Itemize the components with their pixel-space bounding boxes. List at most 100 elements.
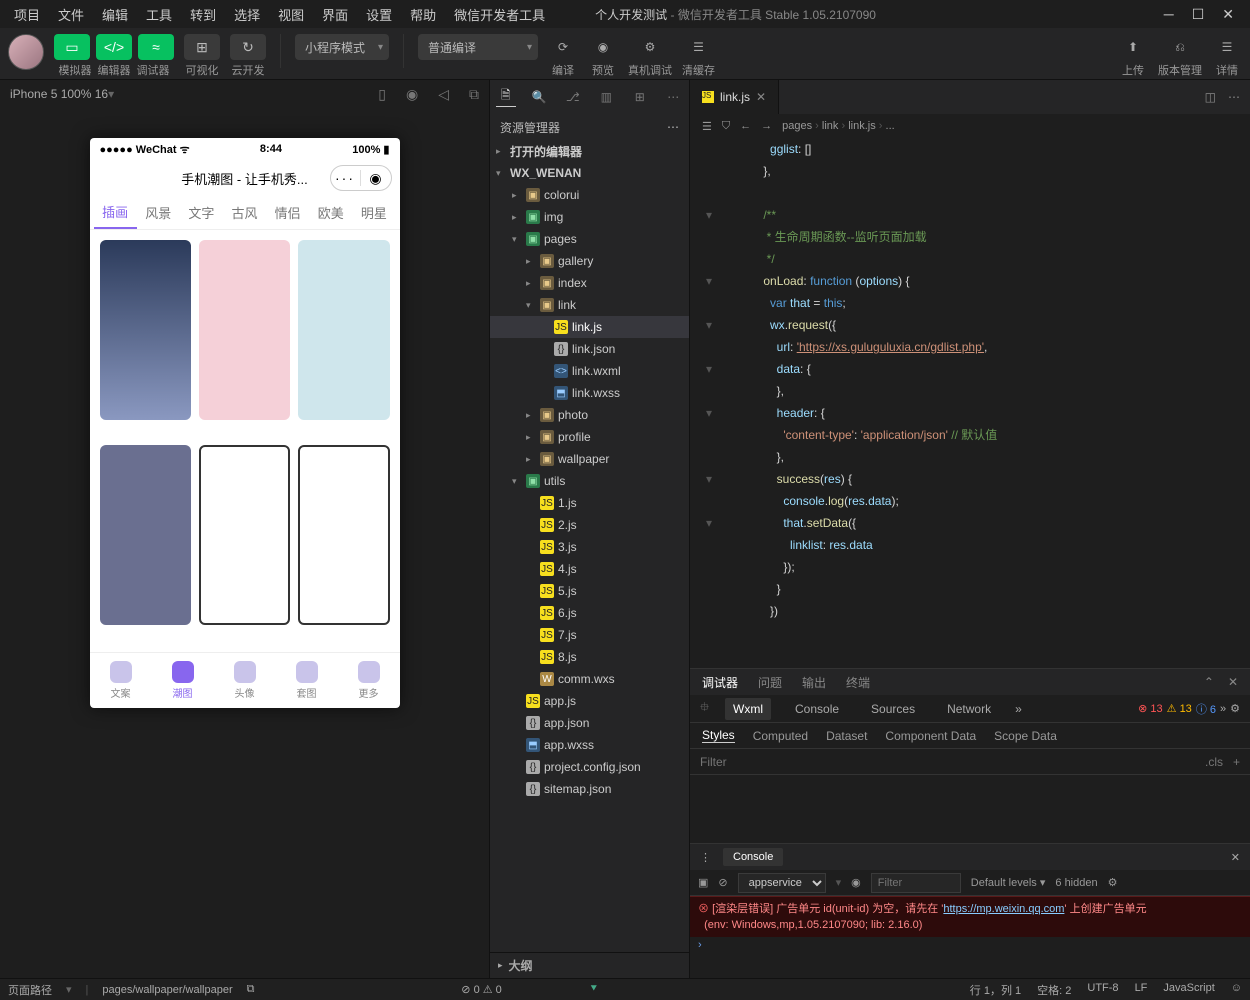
devtools-overflow-icon[interactable]: »	[1015, 702, 1022, 716]
status-page-path[interactable]: pages/wallpaper/wallpaper	[102, 984, 232, 996]
eye-icon[interactable]: ◉	[851, 876, 861, 889]
console-prompt[interactable]: ›	[690, 937, 1250, 953]
simulator-button[interactable]: ▭	[54, 34, 90, 60]
console-settings-icon[interactable]: ⚙	[1108, 876, 1118, 889]
file-tree-item[interactable]: ▾▣pages	[490, 228, 689, 250]
phone-category-tab[interactable]: 文字	[180, 196, 223, 229]
explorer-ext-icon[interactable]: ⊞	[630, 87, 650, 107]
close-tab-icon[interactable]: ✕	[756, 90, 766, 104]
devtools-more-icon[interactable]: »	[1220, 703, 1226, 715]
console-toggle-icon[interactable]: ▣	[698, 876, 708, 889]
menu-item[interactable]: 工具	[138, 1, 180, 28]
cloud-button[interactable]: ↻	[230, 34, 266, 60]
status-problems[interactable]: ⊘ 0 ⚠ 0	[461, 983, 501, 996]
panel-up-icon[interactable]: ⌃	[1204, 675, 1214, 689]
status-page-label[interactable]: 页面路径	[8, 982, 52, 998]
editor-more-icon[interactable]: ⋯	[1228, 90, 1240, 104]
feedback-icon[interactable]: ☺	[1231, 982, 1242, 998]
styles-subtab[interactable]: Scope Data	[994, 729, 1057, 743]
sim-back-icon[interactable]: ⧉	[469, 86, 479, 103]
styles-subtab[interactable]: Dataset	[826, 729, 867, 743]
crumb-item[interactable]: link	[822, 120, 839, 132]
console-filter-input[interactable]	[871, 873, 961, 893]
menu-item[interactable]: 帮助	[402, 1, 444, 28]
file-tree-item[interactable]: {}project.config.json	[490, 756, 689, 778]
sim-record-icon[interactable]: ◉	[406, 86, 418, 103]
settings-icon[interactable]: ⚙	[1230, 702, 1240, 715]
console-close-icon[interactable]: ✕	[1231, 851, 1240, 864]
sim-device-icon[interactable]: ▯	[378, 86, 386, 103]
wallpaper-item[interactable]	[199, 240, 290, 420]
realdebug-button[interactable]: ⚙	[635, 34, 665, 60]
sim-mute-icon[interactable]: ◁	[438, 86, 449, 103]
explorer-more-button[interactable]: ⋯	[667, 120, 679, 134]
phone-category-tab[interactable]: 古风	[223, 196, 266, 229]
indent-setting[interactable]: 空格: 2	[1037, 982, 1071, 998]
menu-item[interactable]: 界面	[314, 1, 356, 28]
phone-category-tab[interactable]: 情侣	[266, 196, 309, 229]
file-tree-item[interactable]: <>link.wxml	[490, 360, 689, 382]
cursor-position[interactable]: 行 1，列 1	[970, 982, 1021, 998]
cls-button[interactable]: .cls	[1205, 755, 1223, 769]
mode-select[interactable]: 小程序模式	[295, 34, 389, 60]
status-downarrow-icon[interactable]: ⯆	[589, 983, 598, 996]
version-button[interactable]: ⎌	[1165, 34, 1195, 60]
file-tree-item[interactable]: JS8.js	[490, 646, 689, 668]
styles-subtab[interactable]: Computed	[753, 729, 808, 743]
menu-item[interactable]: 项目	[6, 1, 48, 28]
debugger-button[interactable]: ≈	[138, 34, 174, 60]
file-tree-item[interactable]: ▸▣gallery	[490, 250, 689, 272]
inspect-icon[interactable]: ⯐	[700, 698, 709, 719]
phone-tabbar-item[interactable]: 套图	[276, 653, 338, 708]
file-tree-item[interactable]: {}sitemap.json	[490, 778, 689, 800]
warn-count[interactable]: ⚠ 13	[1167, 702, 1192, 715]
device-label[interactable]: iPhone 5 100% 16	[10, 87, 108, 101]
file-tree-item[interactable]: ⬒app.wxss	[490, 734, 689, 756]
explorer-git-icon[interactable]: ⎇	[563, 87, 583, 107]
devtools-tab[interactable]: Network	[939, 698, 999, 720]
phone-category-tab[interactable]: 明星	[352, 196, 395, 229]
crumb-item[interactable]: pages	[782, 120, 812, 132]
context-select[interactable]: appservice	[738, 873, 826, 893]
nav-back-icon[interactable]: ←	[740, 120, 751, 132]
hidden-label[interactable]: 6 hidden	[1055, 877, 1097, 889]
copy-path-icon[interactable]: ⧉	[247, 983, 255, 996]
menu-item[interactable]: 编辑	[94, 1, 136, 28]
debugger-tab[interactable]: 终端	[846, 674, 870, 691]
console-toggle-icon[interactable]: ⋮	[700, 851, 711, 864]
explorer-debug-icon[interactable]: ▥	[597, 87, 617, 107]
clearcache-button[interactable]: ☰	[684, 34, 714, 60]
debugger-tab[interactable]: 调试器	[702, 674, 738, 691]
crumb-item[interactable]: link.js	[848, 120, 876, 132]
phone-tabbar-item[interactable]: 更多	[338, 653, 400, 708]
close-icon[interactable]: ✕	[1222, 6, 1234, 23]
file-tree-item[interactable]: JS5.js	[490, 580, 689, 602]
compile-select[interactable]: 普通编译	[418, 34, 538, 60]
outline-header[interactable]: ▸大纲	[490, 952, 689, 978]
user-avatar[interactable]	[8, 34, 44, 70]
eol[interactable]: LF	[1135, 982, 1148, 998]
bookmark-icon[interactable]: ⛉	[722, 120, 730, 133]
error-link[interactable]: https://mp.weixin.qq.com	[943, 903, 1064, 915]
phone-tabbar-item[interactable]: 文案	[90, 653, 152, 708]
menu-item[interactable]: 设置	[358, 1, 400, 28]
file-tree-item[interactable]: JSlink.js	[490, 316, 689, 338]
detail-button[interactable]: ☰	[1212, 34, 1242, 60]
crumb-item[interactable]: ...	[886, 120, 895, 132]
phone-category-tab[interactable]: 欧美	[309, 196, 352, 229]
phone-tabbar-item[interactable]: 头像	[214, 653, 276, 708]
file-tree-item[interactable]: ▾▣utils	[490, 470, 689, 492]
wallpaper-item[interactable]	[100, 445, 191, 625]
toggle-icon[interactable]: ☰	[702, 120, 712, 133]
error-count[interactable]: ⊗ 13	[1138, 702, 1163, 715]
levels-select[interactable]: Default levels ▾	[971, 876, 1046, 889]
preview-button[interactable]: ◉	[588, 34, 618, 60]
menu-item[interactable]: 视图	[270, 1, 312, 28]
explorer-more-icon[interactable]: ⋯	[664, 87, 684, 107]
explorer-search-icon[interactable]: 🔍	[530, 87, 550, 107]
file-tree-item[interactable]: JS3.js	[490, 536, 689, 558]
maximize-icon[interactable]: ☐	[1192, 6, 1205, 23]
wallpaper-item[interactable]	[100, 240, 191, 420]
wallpaper-item[interactable]	[199, 445, 290, 625]
nav-fwd-icon[interactable]: →	[761, 120, 772, 132]
